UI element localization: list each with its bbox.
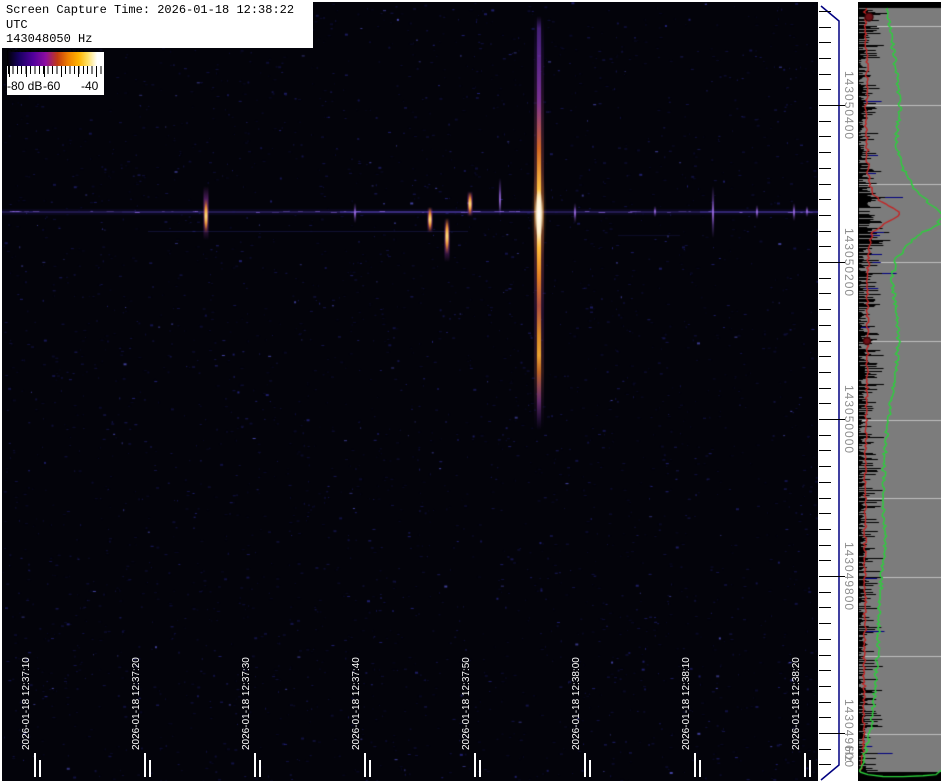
- frequency-minor-tick: [819, 26, 831, 28]
- frequency-minor-tick: [819, 403, 831, 405]
- frequency-minor-tick: [819, 183, 831, 185]
- frequency-minor-tick: [819, 607, 831, 609]
- frequency-minor-tick: [819, 560, 831, 562]
- colorbar-major-tick: [44, 66, 45, 77]
- frequency-minor-tick: [819, 591, 831, 593]
- frequency-minor-tick: [819, 654, 831, 656]
- spectrogram-waterfall: [2, 2, 818, 781]
- frequency-minor-tick: [819, 528, 831, 530]
- screen-capture-frame: Screen Capture Time: 2026-01-18 12:38:22…: [0, 0, 941, 783]
- frequency-minor-tick: [819, 167, 831, 169]
- colorbar-gradient: [7, 52, 104, 66]
- frequency-minor-tick: [819, 57, 831, 59]
- frequency-minor-tick: [819, 356, 831, 358]
- center-frequency-text: 143048050 Hz: [6, 32, 93, 47]
- frequency-minor-tick: [819, 73, 831, 75]
- frequency-minor-tick: [819, 623, 831, 625]
- frequency-minor-tick: [819, 120, 831, 122]
- frequency-minor-tick: [819, 246, 831, 248]
- frequency-minor-tick: [819, 450, 831, 452]
- frequency-axis-label: 143050400: [842, 71, 856, 141]
- colorbar-db-label: -40: [81, 79, 99, 93]
- frequency-axis-label: 143049800: [842, 542, 856, 612]
- colorbar-major-tick: [9, 66, 10, 77]
- frequency-minor-tick: [819, 497, 831, 499]
- frequency-minor-tick: [819, 277, 831, 279]
- frequency-minor-tick: [819, 685, 831, 687]
- frequency-minor-tick: [819, 10, 831, 12]
- capture-info-box: Screen Capture Time: 2026-01-18 12:38:22…: [2, 2, 313, 61]
- frequency-minor-tick: [819, 199, 831, 201]
- frequency-minor-tick: [819, 513, 831, 515]
- colorbar-major-tick: [26, 66, 27, 77]
- frequency-minor-tick: [819, 481, 831, 483]
- colorbar-db-label: -80 dB: [7, 79, 43, 93]
- colorbar-db-label: -60: [43, 79, 61, 93]
- frequency-minor-tick: [819, 466, 831, 468]
- frequency-minor-tick: [819, 701, 831, 703]
- frequency-minor-tick: [819, 717, 831, 719]
- capture-time-text: Screen Capture Time: 2026-01-18 12:38:22…: [6, 3, 295, 32]
- colorbar-minor-ticks: [8, 66, 103, 74]
- frequency-minor-tick: [819, 152, 831, 154]
- frequency-minor-tick: [819, 89, 831, 91]
- frequency-minor-tick: [819, 764, 831, 766]
- colorbar-major-tick: [96, 66, 97, 77]
- frequency-axis-label: 143050000: [842, 385, 856, 455]
- frequency-axis-label: 143050200: [842, 228, 856, 298]
- colorbar-major-tick: [78, 66, 79, 77]
- colorbar-major-tick: [61, 66, 62, 77]
- frequency-minor-tick: [819, 136, 831, 138]
- frequency-minor-tick: [819, 340, 831, 342]
- frequency-minor-tick: [819, 309, 831, 311]
- frequency-ruler: 143050400 143050200 143050000 143049800 1430…: [819, 2, 858, 781]
- intensity-colorbar: -80 dB -60 -40: [7, 52, 104, 95]
- frequency-minor-tick: [819, 748, 831, 750]
- frequency-minor-tick: [819, 544, 831, 546]
- frequency-minor-tick: [819, 434, 831, 436]
- frequency-minor-tick: [819, 371, 831, 373]
- frequency-unit-label: Hz: [842, 746, 856, 763]
- frequency-minor-tick: [819, 293, 831, 295]
- colorbar-scale: -80 dB -60 -40: [7, 66, 104, 95]
- frequency-minor-tick: [819, 42, 831, 44]
- frequency-minor-tick: [819, 670, 831, 672]
- live-spectrum-panel: [858, 2, 941, 781]
- frequency-minor-tick: [819, 324, 831, 326]
- frequency-minor-tick: [819, 387, 831, 389]
- frequency-minor-tick: [819, 638, 831, 640]
- frequency-minor-tick: [819, 230, 831, 232]
- frequency-minor-tick: [819, 214, 831, 216]
